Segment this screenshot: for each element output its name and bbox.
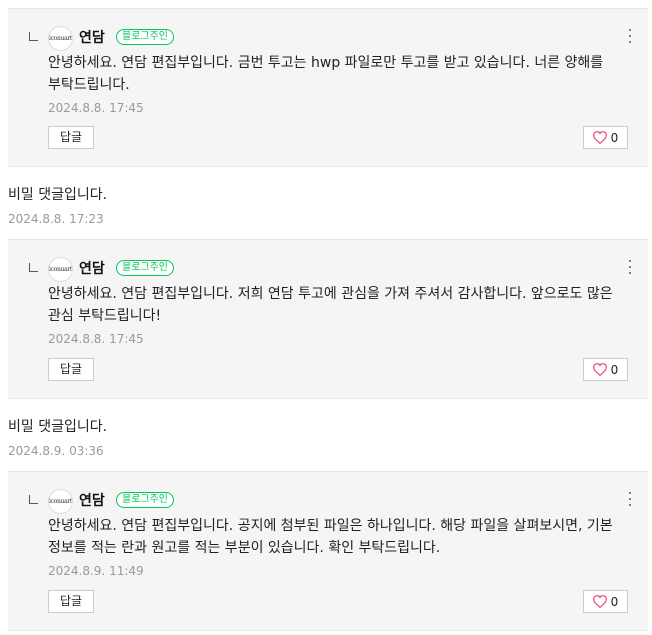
- author-name[interactable]: 연담: [79, 490, 105, 510]
- comment-date: 2024.8.8. 17:23: [8, 212, 104, 226]
- comment-text: 비밀 댓글입니다.: [8, 187, 108, 203]
- avatar[interactable]: iconuart: [48, 257, 73, 282]
- comment-date: 2024.8.8. 17:45: [48, 101, 144, 115]
- author-name[interactable]: 연담: [79, 27, 105, 47]
- like-button[interactable]: 0: [583, 126, 628, 149]
- secret-comment: 비밀 댓글입니다. 2024.8.8. 17:23: [8, 184, 648, 226]
- comment-date: 2024.8.9. 03:36: [8, 444, 104, 458]
- comment-date: 2024.8.8. 17:45: [48, 332, 144, 346]
- more-options-icon[interactable]: [628, 260, 632, 274]
- comment-text: 비밀 댓글입니다.: [8, 419, 108, 435]
- blog-owner-badge: 블로그주인: [116, 260, 174, 276]
- reply-indent-icon: [29, 32, 38, 41]
- avatar[interactable]: iconuart: [48, 489, 73, 514]
- avatar-text: iconuart: [48, 35, 73, 42]
- heart-icon: [592, 131, 607, 144]
- comment-date: 2024.8.9. 11:49: [48, 564, 144, 578]
- blog-owner-badge: 블로그주인: [116, 492, 174, 508]
- secret-comment: 비밀 댓글입니다. 2024.8.9. 03:36: [8, 416, 648, 458]
- reply-button[interactable]: 답글: [48, 358, 94, 381]
- more-options-icon[interactable]: [628, 492, 632, 506]
- like-button[interactable]: 0: [583, 590, 628, 613]
- reply-comment: iconuart 연담 블로그주인 안녕하세요. 연담 편집부입니다. 금번 투…: [8, 8, 648, 167]
- reply-indent-icon: [29, 263, 38, 272]
- reply-indent-icon: [29, 495, 38, 504]
- avatar-text: iconuart: [48, 266, 73, 273]
- comment-text: 안녕하세요. 연담 편집부입니다. 금번 투고는 hwp 파일로만 투고를 받고…: [48, 55, 604, 93]
- like-count: 0: [610, 130, 619, 145]
- avatar[interactable]: iconuart: [48, 26, 73, 51]
- more-options-icon[interactable]: [628, 29, 632, 43]
- blog-owner-badge: 블로그주인: [116, 29, 174, 45]
- reply-comment: iconuart 연담 블로그주인 안녕하세요. 연담 편집부입니다. 공지에 …: [8, 471, 648, 631]
- author-name[interactable]: 연담: [79, 258, 105, 278]
- reply-button[interactable]: 답글: [48, 126, 94, 149]
- comment-text: 안녕하세요. 연담 편집부입니다. 저희 연담 투고에 관심을 가져 주셔서 감…: [48, 286, 613, 324]
- avatar-text: iconuart: [48, 498, 73, 505]
- heart-icon: [592, 363, 607, 376]
- like-button[interactable]: 0: [583, 358, 628, 381]
- comment-text: 안녕하세요. 연담 편집부입니다. 공지에 첨부된 파일은 하나입니다. 해당 …: [48, 518, 613, 556]
- reply-button[interactable]: 답글: [48, 590, 94, 613]
- like-count: 0: [610, 594, 619, 609]
- reply-comment: iconuart 연담 블로그주인 안녕하세요. 연담 편집부입니다. 저희 연…: [8, 239, 648, 399]
- heart-icon: [592, 595, 607, 608]
- like-count: 0: [610, 362, 619, 377]
